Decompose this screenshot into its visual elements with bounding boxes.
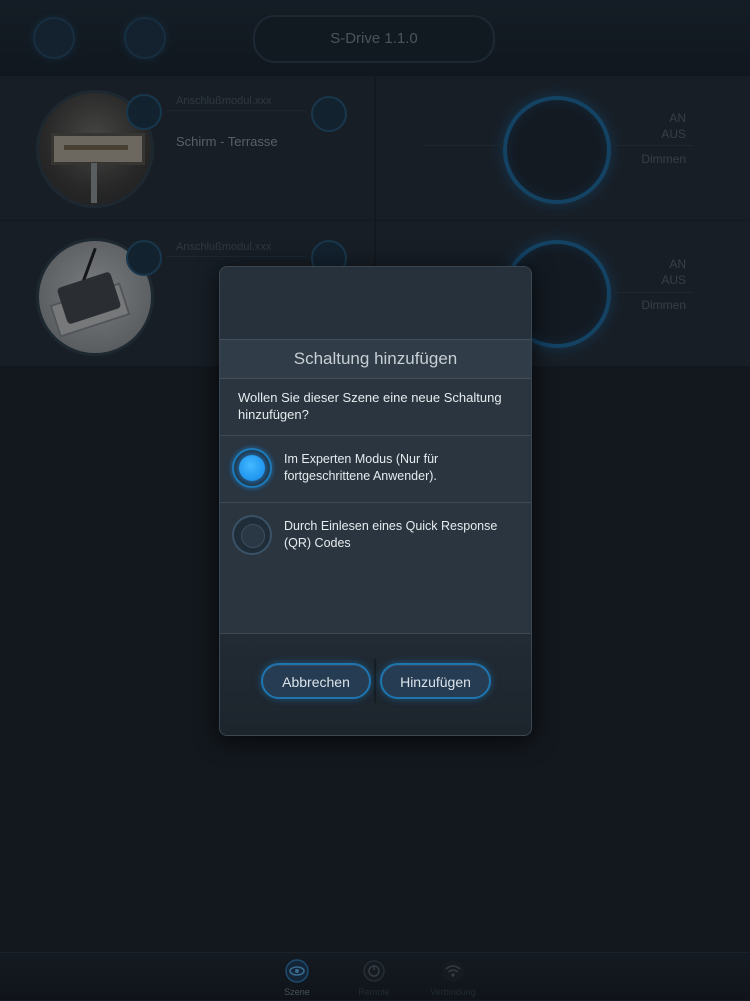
dialog-question: Wollen Sie dieser Szene eine neue Schalt… [238, 390, 502, 422]
cancel-button[interactable]: Abbrechen [261, 663, 371, 699]
option-qr-code[interactable]: Durch Einlesen eines Quick Response (QR)… [220, 502, 531, 570]
dialog-header-space [220, 267, 531, 339]
dialog-title: Schaltung hinzufügen [220, 339, 531, 379]
dialog-spacer [220, 569, 531, 633]
button-divider [374, 659, 376, 703]
radio-selected[interactable] [232, 448, 272, 488]
add-circuit-dialog: Schaltung hinzufügen Wollen Sie dieser S… [219, 266, 532, 736]
add-button[interactable]: Hinzufügen [380, 663, 491, 699]
radio-unselected[interactable] [232, 515, 272, 555]
option-expert-mode[interactable]: Im Experten Modus (Nur für fortgeschritt… [220, 435, 531, 502]
option-label: Im Experten Modus (Nur für fortgeschritt… [284, 452, 439, 483]
option-label: Durch Einlesen eines Quick Response (QR)… [284, 519, 498, 550]
